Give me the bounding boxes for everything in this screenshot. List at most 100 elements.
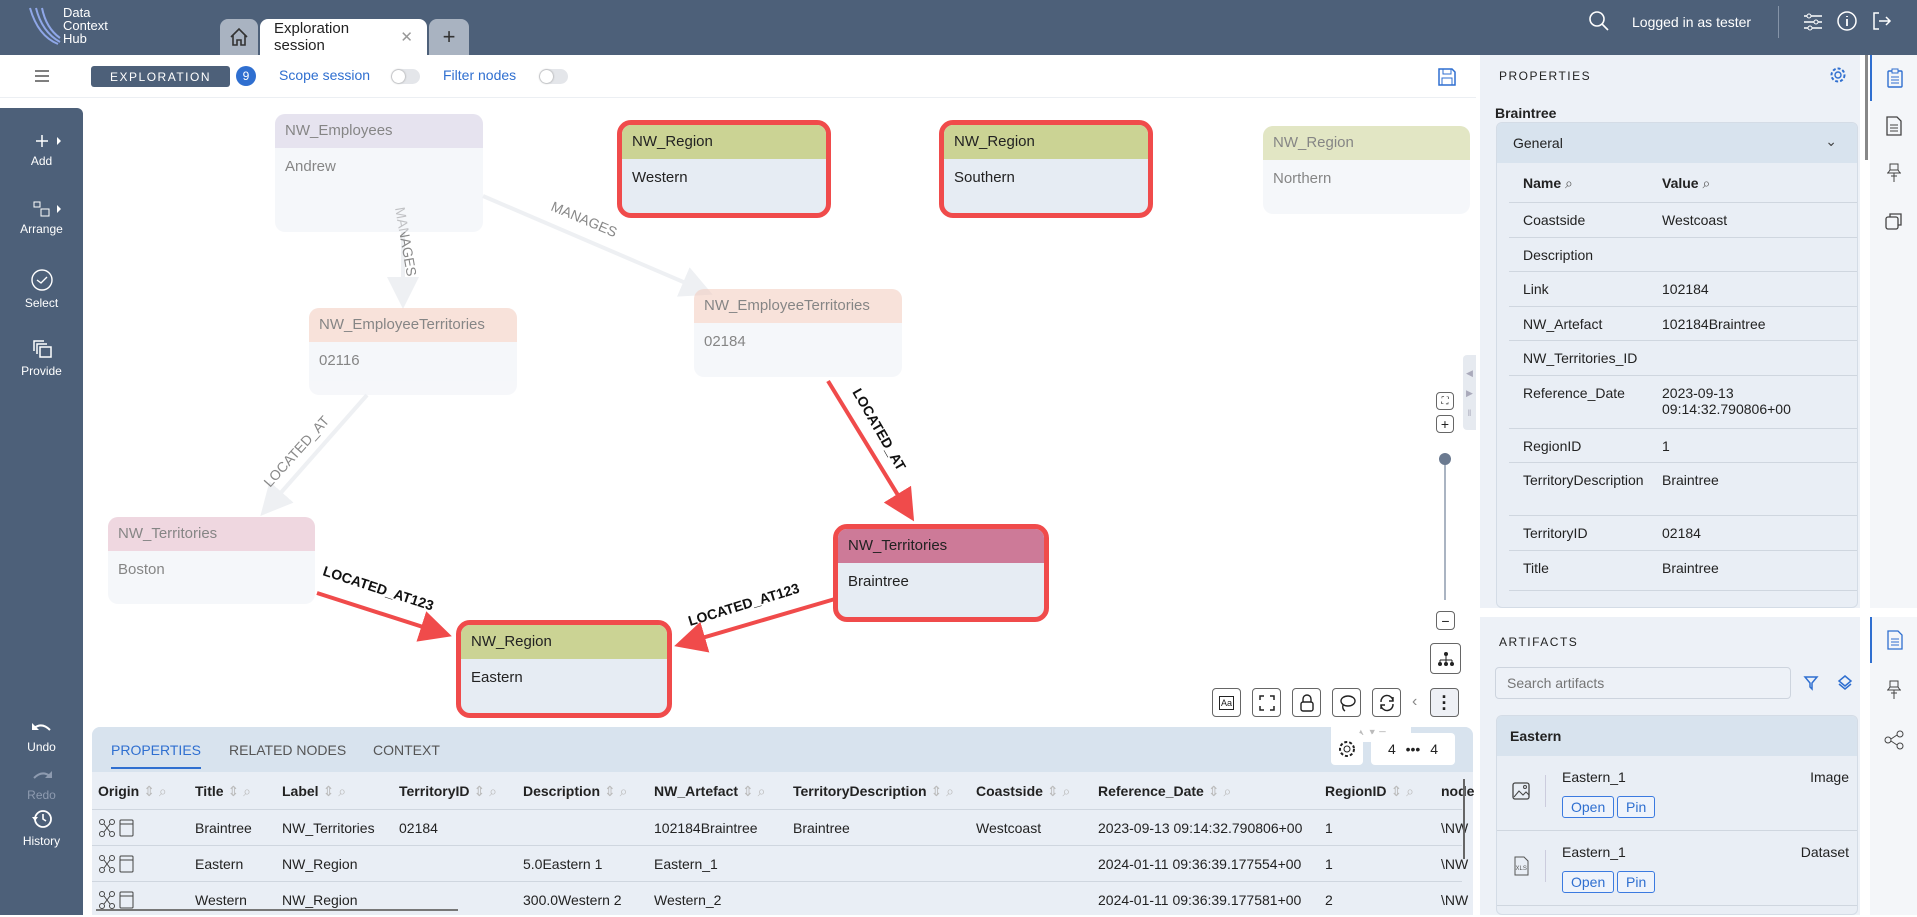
column-header[interactable]: Label ⇕ ⌕ <box>282 783 346 800</box>
edge-located-at-boston[interactable]: LOCATED_AT <box>260 393 369 517</box>
edge-located-at-braintree[interactable]: LOCATED_AT <box>826 379 915 522</box>
pin-button[interactable]: Pin <box>1617 871 1656 893</box>
layers-icon[interactable] <box>1837 674 1853 690</box>
refresh-button[interactable] <box>1372 688 1401 717</box>
sidebar-item-add[interactable]: Add <box>0 132 83 168</box>
lasso-button[interactable] <box>1332 688 1361 717</box>
filter-nodes-toggle[interactable] <box>539 69 568 84</box>
graph-node[interactable]: NW_EmployeeTerritories 02184 <box>694 289 902 377</box>
graph-node[interactable]: NW_Territories Braintree <box>833 524 1049 622</box>
info-icon[interactable] <box>1836 10 1858 32</box>
artifacts-view-button[interactable] <box>1870 617 1917 663</box>
column-header[interactable]: NW_Artefact ⇕ ⌕ <box>654 783 765 800</box>
save-icon[interactable] <box>1437 67 1457 87</box>
home-tab[interactable] <box>220 19 258 55</box>
column-header[interactable]: TerritoryDescription ⇕ ⌕ <box>793 783 954 800</box>
open-button[interactable]: Open <box>1562 796 1615 818</box>
sidebar-item-select[interactable]: Select <box>0 268 83 310</box>
scope-session-label[interactable]: Scope session <box>279 67 370 83</box>
scope-session-toggle[interactable] <box>391 69 420 84</box>
chevron-left-icon[interactable]: ‹ <box>1412 693 1417 711</box>
zoom-slider[interactable] <box>1444 458 1446 600</box>
graph-node[interactable]: NW_Region Northern <box>1263 126 1470 214</box>
search-icon[interactable]: ⌕ <box>1565 175 1573 191</box>
search-icon[interactable] <box>1588 10 1610 32</box>
table-scrollbar[interactable] <box>1463 779 1465 859</box>
edge-located-at123-boston[interactable]: LOCATED_AT123 <box>316 563 452 642</box>
general-section-header[interactable]: General ⌄ <box>1497 123 1857 163</box>
sidebar-item-arrange[interactable]: Arrange <box>0 200 83 236</box>
graph-node[interactable]: NW_Region Eastern <box>456 620 672 718</box>
tab-properties[interactable]: PROPERTIES <box>111 742 201 769</box>
sort-search-icon[interactable]: ⇕ ⌕ <box>742 783 765 799</box>
sort-search-icon[interactable]: ⇕ ⌕ <box>1390 783 1413 799</box>
settings-sliders-icon[interactable] <box>1802 12 1824 32</box>
properties-scrollbar[interactable] <box>1865 55 1868 160</box>
lock-button[interactable] <box>1292 688 1321 717</box>
pinned-view-button[interactable] <box>1870 667 1917 713</box>
sort-search-icon[interactable]: ⇕ ⌕ <box>1047 783 1070 799</box>
search-icon[interactable]: ⌕ <box>1702 175 1710 191</box>
text-size-button[interactable]: Aa <box>1212 688 1241 717</box>
zoom-slider-handle[interactable] <box>1439 453 1451 465</box>
graph-node[interactable]: NW_Region Western <box>617 120 831 218</box>
edge-located-at123-braintree[interactable]: LOCATED_AT123 <box>674 580 836 653</box>
sort-search-icon[interactable]: ⇕ ⌕ <box>474 783 497 799</box>
table-row[interactable]: Eastern NW_Region 5.0Eastern 1 Eastern_1 202… <box>92 845 1468 881</box>
properties-settings-icon[interactable] <box>1829 66 1847 84</box>
table-row[interactable]: Braintree NW_Territories 02184 102184Braint… <box>92 809 1468 845</box>
column-header[interactable]: node <box>1441 783 1474 799</box>
filter-nodes-label[interactable]: Filter nodes <box>443 67 516 83</box>
column-header[interactable]: Reference_Date ⇕ ⌕ <box>1098 783 1231 800</box>
menu-icon[interactable] <box>34 69 50 83</box>
copy-view-button[interactable] <box>1870 198 1917 244</box>
table-settings-button[interactable] <box>1331 733 1363 765</box>
sort-search-icon[interactable]: ⇕ ⌕ <box>323 783 346 799</box>
undo-button[interactable]: Undo <box>0 720 83 754</box>
history-button[interactable]: History <box>0 808 83 848</box>
sort-search-icon[interactable]: ⇕ ⌕ <box>1208 783 1231 799</box>
pin-view-button[interactable] <box>1870 150 1917 196</box>
graph-node[interactable]: NW_Territories Boston <box>108 517 315 604</box>
panel-divider[interactable] <box>1480 608 1860 617</box>
graph-node[interactable]: NW_Region Southern <box>939 120 1153 218</box>
tab-related-nodes[interactable]: RELATED NODES <box>229 742 346 758</box>
panel-collapse-handle[interactable]: ◀ ▶ ‖ <box>1463 355 1476 430</box>
column-header[interactable]: TerritoryID ⇕ ⌕ <box>399 783 497 800</box>
sort-search-icon[interactable]: ⇕ ⌕ <box>228 783 251 799</box>
table-row[interactable]: Western NW_Region 300.0Western 2 Western_2 2… <box>92 881 1468 917</box>
column-header[interactable]: Coastside ⇕ ⌕ <box>976 783 1070 800</box>
tab-context[interactable]: CONTEXT <box>373 742 440 758</box>
column-header[interactable]: Origin ⇕ ⌕ <box>98 783 167 800</box>
pin-button[interactable]: Pin <box>1617 796 1656 818</box>
column-header[interactable]: RegionID ⇕ ⌕ <box>1325 783 1414 800</box>
sort-search-icon[interactable]: ⇕ ⌕ <box>143 783 166 799</box>
tab-exploration-session[interactable]: Exploration session ✕ <box>260 19 427 55</box>
hierarchy-layout-button[interactable] <box>1430 643 1461 674</box>
zoom-in-button[interactable]: + <box>1436 415 1454 433</box>
graph-node[interactable]: NW_EmployeeTerritories 02116 <box>309 308 517 395</box>
pager[interactable]: 4 ••• 4 <box>1371 733 1455 765</box>
column-header[interactable]: Description ⇕ ⌕ <box>523 783 627 800</box>
logout-icon[interactable] <box>1870 10 1892 32</box>
document-view-button[interactable] <box>1870 103 1917 149</box>
column-header[interactable]: Title ⇕ ⌕ <box>195 783 251 800</box>
sidebar-item-provide[interactable]: Provide <box>0 338 83 378</box>
new-tab-button[interactable]: + <box>429 19 469 55</box>
fullscreen-button[interactable] <box>1252 688 1281 717</box>
graph-node[interactable]: NW_Employees Andrew <box>275 114 483 232</box>
close-tab-icon[interactable]: ✕ <box>400 28 413 46</box>
search-artifacts-input[interactable] <box>1495 667 1791 699</box>
more-options-button[interactable]: · · · <box>1430 688 1459 718</box>
artifact-group-title[interactable]: Eastern <box>1497 716 1857 756</box>
share-view-button[interactable] <box>1870 717 1917 763</box>
sort-search-icon[interactable]: ⇕ ⌕ <box>931 783 954 799</box>
properties-view-button[interactable] <box>1870 55 1917 101</box>
open-button[interactable]: Open <box>1562 871 1615 893</box>
redo-button[interactable]: Redo <box>0 768 83 802</box>
sort-search-icon[interactable]: ⇕ ⌕ <box>604 783 627 799</box>
filter-icon[interactable] <box>1803 675 1819 691</box>
fit-view-button[interactable]: ⛶ <box>1436 392 1454 410</box>
zoom-out-button[interactable]: − <box>1436 611 1455 630</box>
horizontal-scrollbar[interactable] <box>96 909 458 911</box>
